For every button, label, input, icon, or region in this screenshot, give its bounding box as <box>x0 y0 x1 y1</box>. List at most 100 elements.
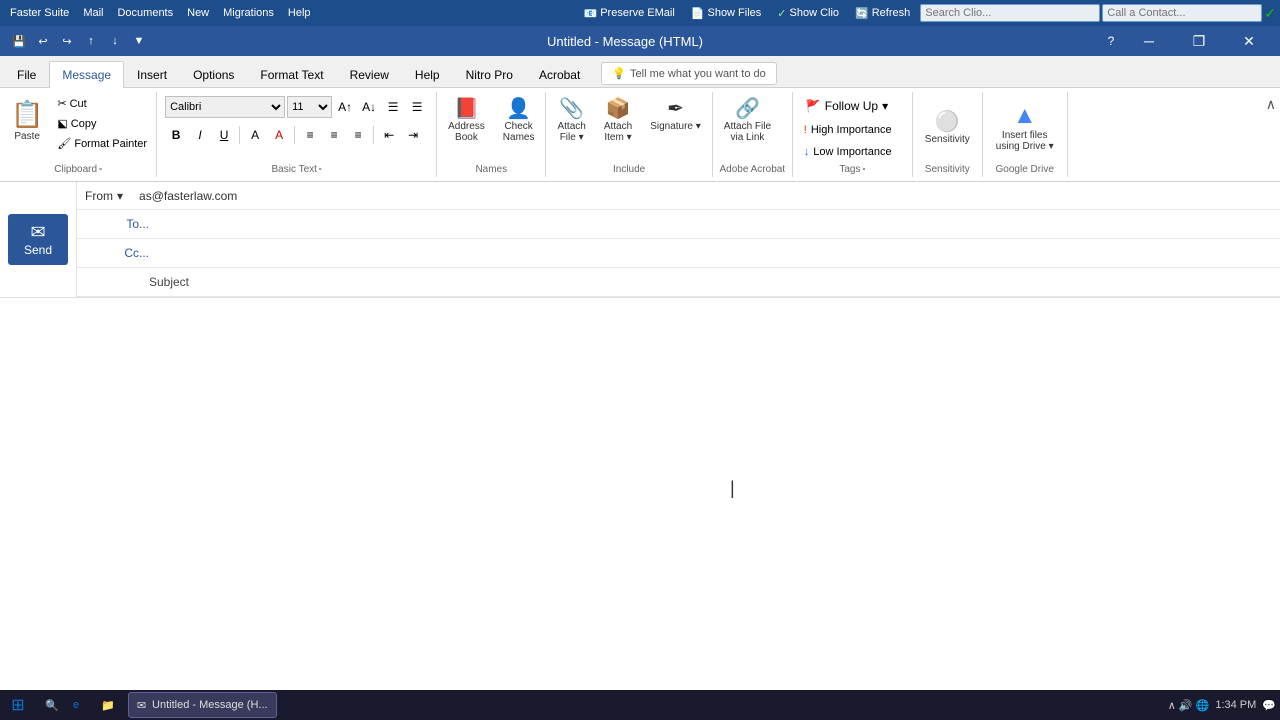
attach-item-btn[interactable]: 📦 AttachItem ▾ <box>597 94 639 148</box>
insert-files-drive-btn[interactable]: ▲ Insert filesusing Drive ▾ <box>987 99 1063 157</box>
help-icon-btn[interactable]: ? <box>1100 30 1122 52</box>
call-contact-input[interactable] <box>1102 4 1262 22</box>
message-taskbar-icon: ✉ <box>137 699 146 712</box>
subject-input[interactable] <box>197 268 1280 296</box>
grow-font-btn[interactable]: A↑ <box>334 96 356 118</box>
documents-btn[interactable]: Documents <box>111 5 179 21</box>
to-input[interactable] <box>157 210 1280 238</box>
font-row: Calibri 11 A↑ A↓ ☰ ☰ <box>161 94 432 120</box>
show-clio-btn[interactable]: ✓ Show Clio <box>771 5 845 22</box>
ribbon-collapse-btn[interactable]: ∧ <box>1262 92 1280 177</box>
attach-file-btn[interactable]: 📎 AttachFile ▾ <box>550 94 592 148</box>
follow-up-btn[interactable]: 🚩 Follow Up ▾ <box>797 94 897 118</box>
clipboard-small-btns: ✂ Cut ⬕ Copy 🖌 Format Painter <box>52 94 152 153</box>
tab-options[interactable]: Options <box>180 61 247 88</box>
tab-nitro-pro[interactable]: Nitro Pro <box>453 61 526 88</box>
tab-message[interactable]: Message <box>49 61 124 88</box>
mail-btn[interactable]: Mail <box>77 5 109 21</box>
underline-btn[interactable]: U <box>213 124 235 146</box>
tags-top: 🚩 Follow Up ▾ ! High Importance ↓ Low Im… <box>797 94 908 162</box>
cursor-indicator: | <box>730 478 735 499</box>
faster-suite-btn[interactable]: Faster Suite <box>4 5 75 21</box>
from-btn[interactable]: From ▾ <box>77 185 131 207</box>
font-color-btn[interactable]: A <box>268 124 290 146</box>
tab-review[interactable]: Review <box>337 61 402 88</box>
low-importance-btn[interactable]: ↓ Low Importance <box>797 142 899 162</box>
tab-format-text[interactable]: Format Text <box>247 61 336 88</box>
search-clio-input[interactable] <box>920 4 1100 22</box>
sensitivity-group-label: Sensitivity <box>917 162 978 175</box>
separator <box>239 126 240 144</box>
basic-text-expand-icon[interactable]: ⬞ <box>319 164 322 175</box>
redo-btn[interactable]: ↪ <box>56 30 78 52</box>
copy-btn[interactable]: ⬕ Copy <box>52 114 152 133</box>
decrease-indent-btn[interactable]: ⇤ <box>378 124 400 146</box>
restore-btn[interactable]: ❐ <box>1176 26 1222 56</box>
cc-btn[interactable]: Cc... <box>77 242 157 264</box>
signature-btn[interactable]: ✒ Signature ▾ <box>643 94 708 137</box>
folder-icon: 📁 <box>101 699 115 712</box>
new-btn[interactable]: New <box>181 5 215 21</box>
main-window: Faster Suite Mail Documents New Migratio… <box>0 0 1280 690</box>
format-painter-btn[interactable]: 🖌 Format Painter <box>52 134 152 153</box>
font-family-select[interactable]: Calibri <box>165 96 285 118</box>
customize-qa-btn[interactable]: ▼ <box>128 30 150 52</box>
attach-file-via-link-btn[interactable]: 🔗 Attach Filevia Link <box>717 94 778 148</box>
font-size-select[interactable]: 11 <box>287 96 332 118</box>
tags-group: 🚩 Follow Up ▾ ! High Importance ↓ Low Im… <box>793 92 913 177</box>
migrations-btn[interactable]: Migrations <box>217 5 280 21</box>
help-top-btn[interactable]: Help <box>282 5 317 21</box>
taskbar-edge[interactable]: e <box>64 692 88 718</box>
paste-label: Paste <box>14 131 40 142</box>
cut-btn[interactable]: ✂ Cut <box>52 94 152 113</box>
bullet-list-btn[interactable]: ☰ <box>382 96 404 118</box>
to-btn[interactable]: To... <box>77 213 157 235</box>
attach-file-icon: 📎 <box>559 99 584 119</box>
clipboard-expand-icon[interactable]: ⬞ <box>99 164 102 175</box>
tab-file[interactable]: File <box>4 61 49 88</box>
paste-btn[interactable]: 📋 Paste <box>4 94 50 147</box>
taskbar-message[interactable]: ✉ Untitled - Message (H... <box>128 692 277 718</box>
subject-row: Subject <box>77 268 1280 297</box>
numbered-list-btn[interactable]: ☰ <box>406 96 428 118</box>
tags-expand-icon[interactable]: ⬞ <box>862 164 865 175</box>
taskbar-search[interactable]: 🔍 <box>36 692 60 718</box>
minimize-btn[interactable]: ─ <box>1126 26 1172 56</box>
undo-btn[interactable]: ↩ <box>32 30 54 52</box>
show-files-btn[interactable]: 📄 Show Files <box>685 5 768 22</box>
align-right-btn[interactable]: ≡ <box>347 124 369 146</box>
down-btn[interactable]: ↓ <box>104 30 126 52</box>
sensitivity-btn[interactable]: ⚪ Sensitivity <box>918 107 977 150</box>
preserve-email-btn[interactable]: 📧 Preserve EMail <box>578 5 681 22</box>
from-dropdown-icon: ▾ <box>117 189 123 203</box>
clipboard-label: Clipboard ⬞ <box>4 162 152 175</box>
align-center-btn[interactable]: ≡ <box>323 124 345 146</box>
lightbulb-icon: 💡 <box>612 67 626 80</box>
top-toolbar-right: 📧 Preserve EMail 📄 Show Files ✓ Show Cli… <box>578 4 1277 22</box>
check-names-btn[interactable]: 👤 CheckNames <box>496 94 542 148</box>
from-row-container: ✉ Send From ▾ as@fasterlaw.com To... <box>0 182 1280 298</box>
up-btn[interactable]: ↑ <box>80 30 102 52</box>
close-btn[interactable]: ✕ <box>1226 26 1272 56</box>
message-body[interactable]: | <box>0 298 1280 690</box>
align-left-btn[interactable]: ≡ <box>299 124 321 146</box>
tab-insert[interactable]: Insert <box>124 61 180 88</box>
refresh-btn[interactable]: 🔄 Refresh <box>849 5 916 22</box>
bold-btn[interactable]: B <box>165 124 187 146</box>
tell-me-input[interactable]: 💡 Tell me what you want to do <box>601 62 776 85</box>
send-btn[interactable]: ✉ Send <box>8 214 68 265</box>
cc-input[interactable] <box>157 239 1280 267</box>
tab-help[interactable]: Help <box>402 61 453 88</box>
window-title: Untitled - Message (HTML) <box>150 34 1100 49</box>
italic-btn[interactable]: I <box>189 124 211 146</box>
increase-indent-btn[interactable]: ⇥ <box>402 124 424 146</box>
shrink-font-btn[interactable]: A↓ <box>358 96 380 118</box>
save-quick-btn[interactable]: 💾 <box>8 30 30 52</box>
attach-item-icon: 📦 <box>606 99 631 119</box>
start-button[interactable]: ⊞ <box>4 691 32 719</box>
address-book-btn[interactable]: 📕 AddressBook <box>441 94 492 148</box>
tab-acrobat[interactable]: Acrobat <box>526 61 593 88</box>
text-highlight-btn[interactable]: A <box>244 124 266 146</box>
high-importance-btn[interactable]: ! High Importance <box>797 120 899 140</box>
taskbar-explorer[interactable]: 📁 <box>92 692 124 718</box>
